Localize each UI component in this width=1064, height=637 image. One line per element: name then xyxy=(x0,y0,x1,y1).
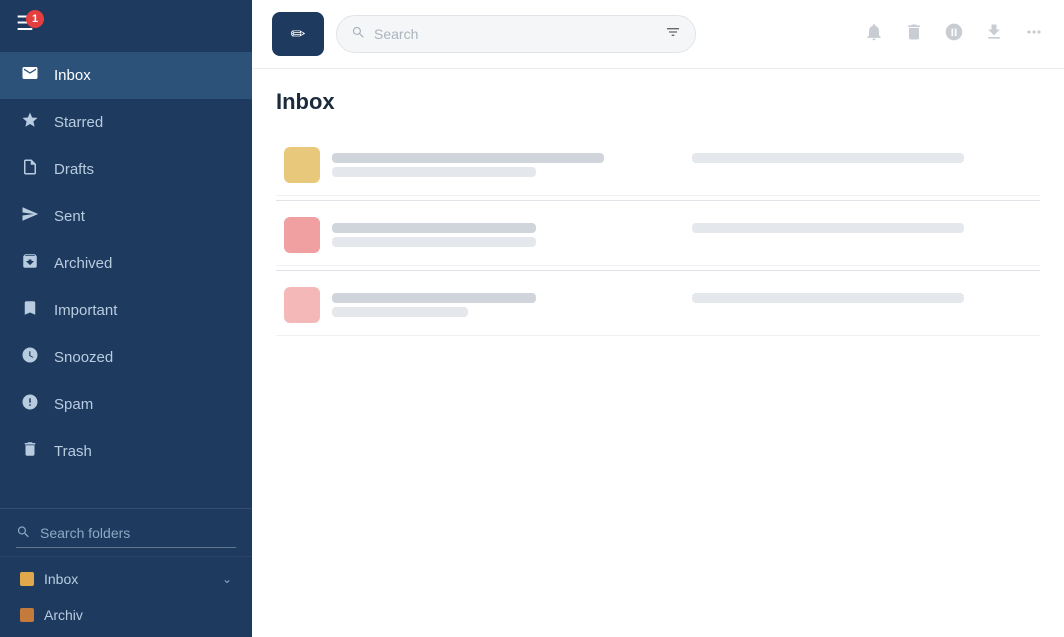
folder-color-inbox xyxy=(20,572,34,586)
trash-label: Trash xyxy=(54,443,92,460)
email-date xyxy=(692,223,964,233)
nav-items: Inbox Starred Drafts Sent xyxy=(0,48,252,508)
starred-label: Starred xyxy=(54,114,103,131)
bell-icon[interactable] xyxy=(864,22,884,47)
divider xyxy=(276,200,1040,201)
folder-item-inbox[interactable]: Inbox ⌄ xyxy=(0,561,252,597)
avatar xyxy=(284,147,320,183)
sidebar-item-snoozed[interactable]: Snoozed xyxy=(0,334,252,381)
top-bar: ✏ xyxy=(252,0,1064,69)
spam-icon xyxy=(20,393,40,416)
trash-icon xyxy=(20,440,40,463)
sidebar-item-spam[interactable]: Spam xyxy=(0,381,252,428)
snoozed-label: Snoozed xyxy=(54,349,113,366)
more-icon[interactable] xyxy=(1024,22,1044,47)
email-date xyxy=(692,293,964,303)
email-meta xyxy=(332,153,1032,177)
folder-archiv-label: Archiv xyxy=(44,607,83,623)
drafts-icon xyxy=(20,158,40,181)
important-icon xyxy=(20,299,40,322)
search-input[interactable] xyxy=(374,26,653,42)
email-subject xyxy=(332,237,536,247)
folder-color-archiv xyxy=(20,608,34,622)
email-date xyxy=(692,153,964,163)
email-sender xyxy=(332,153,604,163)
folder-item-archiv[interactable]: Archiv xyxy=(0,597,252,633)
archived-label: Archived xyxy=(54,255,112,272)
folder-item-left: Inbox xyxy=(20,571,78,587)
email-meta xyxy=(332,293,1032,317)
sidebar-item-starred[interactable]: Starred xyxy=(0,99,252,146)
folder-section: Inbox ⌄ Archiv xyxy=(0,556,252,637)
block-icon[interactable] xyxy=(944,22,964,47)
sent-icon xyxy=(20,205,40,228)
table-row[interactable] xyxy=(276,275,1040,336)
sidebar-item-trash[interactable]: Trash xyxy=(0,428,252,475)
search-icon xyxy=(351,25,366,44)
compose-icon: ✏ xyxy=(290,24,305,45)
sidebar: ☰ 1 Inbox Starred Drafts xyxy=(0,0,252,637)
search-folders-container xyxy=(0,508,252,556)
snoozed-icon xyxy=(20,346,40,369)
important-label: Important xyxy=(54,302,117,319)
spam-label: Spam xyxy=(54,396,93,413)
email-sender xyxy=(332,293,536,303)
sidebar-item-drafts[interactable]: Drafts xyxy=(0,146,252,193)
email-subject xyxy=(332,307,468,317)
compose-button[interactable]: ✏ xyxy=(272,12,324,56)
email-list xyxy=(276,135,1040,336)
email-sender xyxy=(332,223,536,233)
email-meta xyxy=(332,223,1032,247)
drafts-label: Drafts xyxy=(54,161,94,178)
sidebar-item-sent[interactable]: Sent xyxy=(0,193,252,240)
inbox-label: Inbox xyxy=(54,67,91,84)
inbox-icon xyxy=(20,64,40,87)
sidebar-item-archived[interactable]: Archived xyxy=(0,240,252,287)
avatar xyxy=(284,287,320,323)
table-row[interactable] xyxy=(276,135,1040,196)
search-bar xyxy=(336,15,696,53)
inbox-content: Inbox xyxy=(252,69,1064,637)
top-bar-actions xyxy=(864,22,1044,47)
table-row[interactable] xyxy=(276,205,1040,266)
divider xyxy=(276,270,1040,271)
sidebar-item-important[interactable]: Important xyxy=(0,287,252,334)
folder-item-archiv-left: Archiv xyxy=(20,607,83,623)
notification-badge: 1 xyxy=(26,10,44,28)
filter-icon[interactable] xyxy=(665,24,681,44)
avatar xyxy=(284,217,320,253)
sent-label: Sent xyxy=(54,208,85,225)
chevron-down-icon: ⌄ xyxy=(222,572,232,586)
sidebar-item-inbox[interactable]: Inbox xyxy=(0,52,252,99)
archive-action-icon[interactable] xyxy=(904,22,924,47)
sidebar-header: ☰ 1 xyxy=(0,0,252,48)
archived-icon xyxy=(20,252,40,275)
search-folders-wrapper xyxy=(16,519,236,548)
star-icon xyxy=(20,111,40,134)
search-folders-input[interactable] xyxy=(16,519,236,548)
page-title: Inbox xyxy=(276,89,1040,115)
main-content: ✏ xyxy=(252,0,1064,637)
folder-inbox-label: Inbox xyxy=(44,571,78,587)
download-icon[interactable] xyxy=(984,22,1004,47)
email-subject xyxy=(332,167,536,177)
